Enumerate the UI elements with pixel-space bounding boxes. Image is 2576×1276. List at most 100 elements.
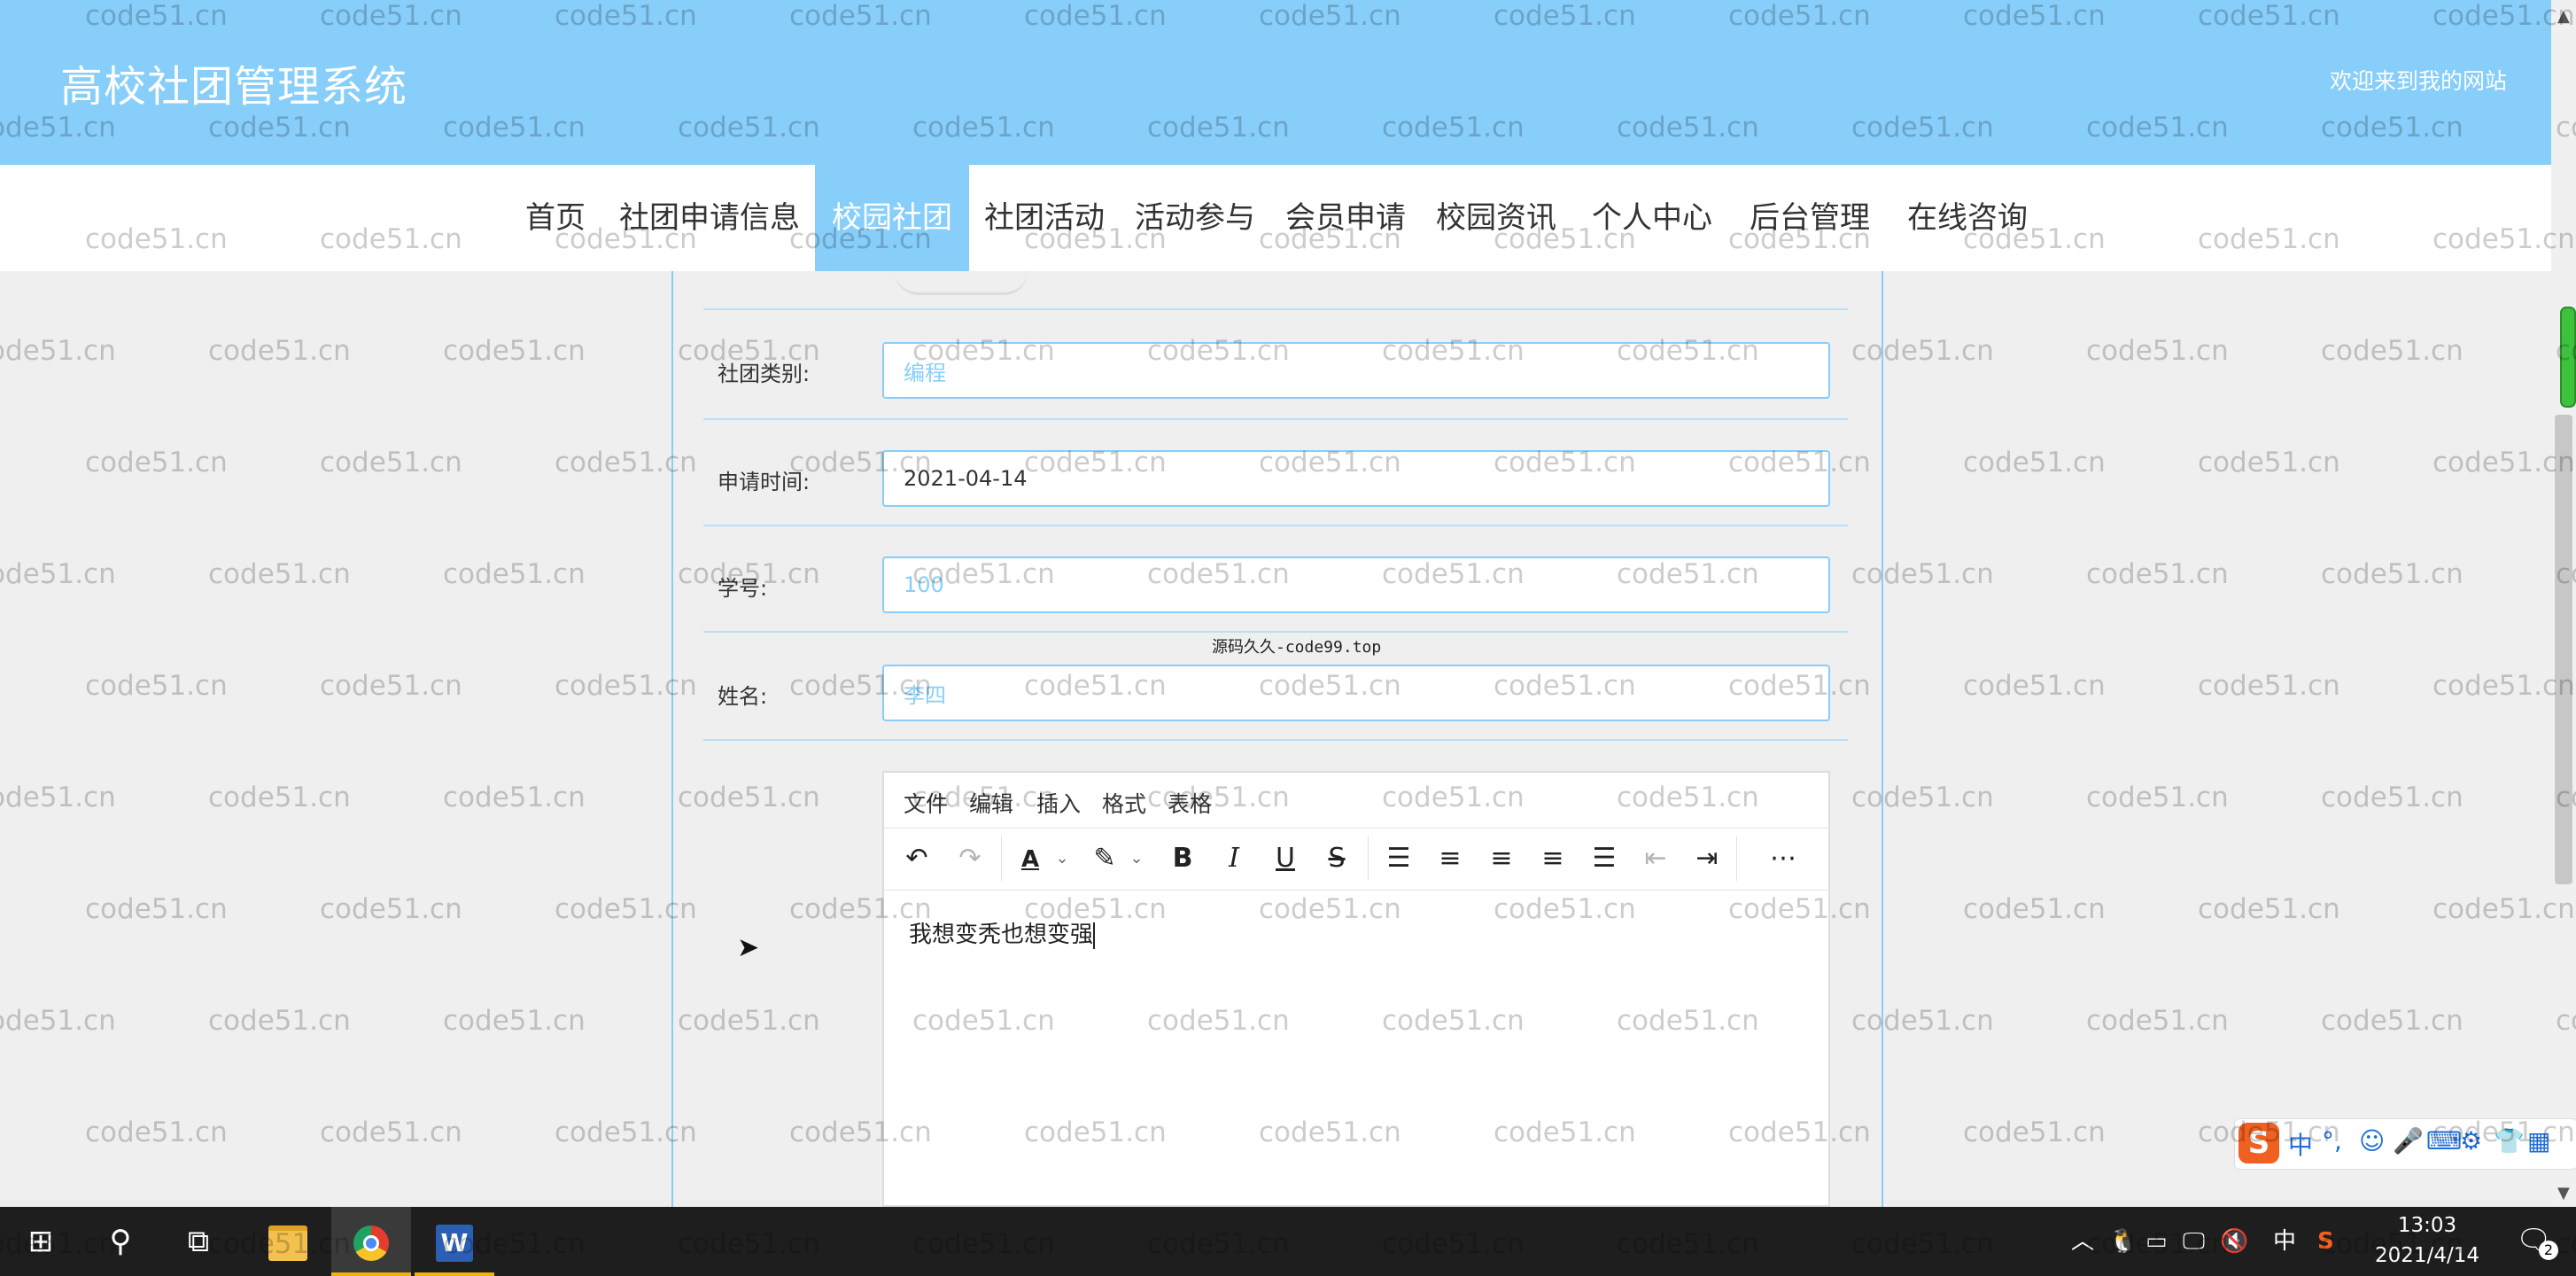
nav-member-application[interactable]: 会员申请: [1279, 165, 1412, 271]
punctuation-icon[interactable]: °,: [2322, 1126, 2342, 1155]
editor-toolbar: ↶ ↷ A ⌄ ✎ ⌄ B I U S ☰ ≡ ≡ ≡ ☰ ⇤ ⇥ ⋯: [884, 828, 1828, 891]
watermark-text: code51.cn: [320, 893, 462, 925]
toolbar-separator: [1736, 836, 1737, 881]
input-language[interactable]: 中: [2273, 1207, 2296, 1276]
italic-icon[interactable]: I: [1212, 836, 1256, 881]
menu-file[interactable]: 文件: [904, 787, 948, 819]
nav-online-consult[interactable]: 在线咨询: [1901, 165, 2034, 271]
watermark-text: code51.cn: [208, 782, 351, 813]
indent-icon[interactable]: ⇥: [1685, 836, 1729, 881]
undo-icon[interactable]: ↶: [895, 836, 939, 881]
watermark-text: code51.cn: [2321, 335, 2463, 367]
divider: [703, 739, 1848, 741]
chevron-down-icon[interactable]: ⌄: [1040, 836, 1084, 881]
redo-icon[interactable]: ↷: [948, 836, 992, 881]
watermark-text: code51.cn: [208, 1005, 351, 1037]
menu-edit[interactable]: 编辑: [969, 787, 1013, 819]
keyboard-icon[interactable]: ⌨: [2426, 1126, 2462, 1155]
watermark-text: code51.cn: [320, 1116, 462, 1148]
watermark-text: code51.cn: [1963, 670, 2106, 702]
menu-format[interactable]: 格式: [1102, 787, 1146, 819]
watermark-text: code51.cn: [2086, 558, 2229, 590]
watermark-text: code51.cn: [1963, 893, 2106, 925]
more-icon[interactable]: ⋯: [1761, 836, 1805, 881]
divider: [703, 418, 1848, 420]
watermark-text: code51.cn: [208, 558, 351, 590]
sogou-logo-icon[interactable]: S: [2238, 1123, 2279, 1163]
category-input[interactable]: [882, 342, 1830, 399]
watermark-text: code51.cn: [443, 558, 586, 590]
scroll-down-icon[interactable]: ▼: [2557, 1184, 2570, 1202]
align-right-icon[interactable]: ≡: [1531, 836, 1575, 881]
menu-table[interactable]: 表格: [1168, 787, 1212, 819]
network-icon[interactable]: 🖵: [2183, 1207, 2205, 1276]
nav-home[interactable]: 首页: [516, 165, 595, 271]
nav-club-applications[interactable]: 社团申请信息: [611, 165, 808, 271]
emoji-icon[interactable]: ☺: [2359, 1126, 2385, 1155]
watermark-text: code51.cn: [208, 335, 351, 367]
nav-campus-clubs[interactable]: 校园社团: [815, 165, 969, 271]
toolbar-separator: [1001, 836, 1002, 881]
name-input[interactable]: [882, 665, 1830, 721]
file-explorer-icon[interactable]: [248, 1207, 328, 1276]
chrome-icon[interactable]: [331, 1207, 411, 1276]
watermark-text: code51.cn: [85, 670, 228, 702]
volume-muted-icon[interactable]: 🔇: [2220, 1207, 2248, 1276]
skin-icon[interactable]: 👕: [2494, 1126, 2525, 1155]
chevron-down-icon[interactable]: ⌄: [1114, 836, 1159, 881]
welcome-text: 欢迎来到我的网站: [2329, 68, 2507, 94]
site-title[interactable]: 高校社团管理系统: [60, 51, 407, 113]
nav-personal-center[interactable]: 个人中心: [1586, 165, 1719, 271]
qq-icon[interactable]: 🐧: [2108, 1207, 2137, 1276]
system-clock[interactable]: 13:03 2021/4/14: [2374, 1210, 2480, 1271]
nav-admin[interactable]: 后台管理: [1743, 165, 1876, 271]
watermark-text: code51.cn: [443, 1005, 586, 1037]
watermark-text: code51.cn: [2321, 782, 2463, 813]
microphone-icon[interactable]: 🎤: [2393, 1126, 2424, 1155]
ime-mode[interactable]: 中: [2288, 1126, 2313, 1162]
apply-time-label: 申请时间:: [718, 470, 811, 494]
watermark-text: code51.cn: [2086, 782, 2229, 813]
watermark-text: code51.cn: [2198, 447, 2340, 478]
apply-time-input[interactable]: [882, 450, 1830, 507]
justify-icon[interactable]: ☰: [1582, 836, 1626, 881]
text-caret: [1093, 922, 1096, 949]
tools-icon[interactable]: ⚙: [2460, 1126, 2482, 1155]
windows-start-icon[interactable]: ⊞: [0, 1207, 81, 1276]
align-left-icon[interactable]: ≡: [1428, 836, 1472, 881]
watermark-text: code51.cn: [0, 558, 116, 590]
bullet-list-icon[interactable]: ☰: [1377, 836, 1421, 881]
center-watermark: 源码久久-code99.top: [1212, 638, 1382, 657]
search-icon[interactable]: ⚲: [81, 1207, 159, 1276]
show-hidden-icons-icon[interactable]: ︿: [2071, 1207, 2094, 1276]
nav-campus-news[interactable]: 校园资讯: [1430, 165, 1563, 271]
notification-count: 2: [2539, 1241, 2558, 1260]
divider: [703, 631, 1848, 633]
divider: [703, 525, 1848, 526]
student-id-input[interactable]: [882, 556, 1830, 613]
watermark-text: code51.cn: [85, 893, 228, 925]
strikethrough-icon[interactable]: S: [1315, 836, 1359, 881]
menu-insert[interactable]: 插入: [1036, 787, 1081, 819]
scroll-up-icon[interactable]: ▲: [2557, 7, 2570, 26]
outdent-icon[interactable]: ⇤: [1633, 836, 1678, 881]
sogou-tray-icon[interactable]: S: [2317, 1207, 2334, 1276]
bold-icon[interactable]: B: [1160, 836, 1205, 881]
watermark-text: code51.cn: [2086, 1005, 2229, 1037]
nav-club-activities[interactable]: 社团活动: [978, 165, 1111, 271]
editor-content[interactable]: 我想变秃也想变强: [909, 916, 1096, 949]
watermark-text: code51.cn: [2198, 893, 2340, 925]
align-center-icon[interactable]: ≡: [1479, 836, 1524, 881]
scroll-thumb[interactable]: [2555, 415, 2572, 884]
clock-date: 2021/4/14: [2375, 1244, 2479, 1267]
divider: [703, 308, 1848, 310]
watermark-text: code51.cn: [2086, 335, 2229, 367]
underline-icon[interactable]: U: [1263, 836, 1307, 881]
word-icon[interactable]: W: [415, 1207, 494, 1276]
task-view-icon[interactable]: ⧉: [159, 1207, 237, 1276]
nav-activity-participation[interactable]: 活动参与: [1129, 165, 1261, 271]
watermark-text: code51.cn: [1963, 447, 2106, 478]
grid-icon[interactable]: ▦: [2527, 1126, 2550, 1155]
watermark-text: code51.cn: [85, 1116, 228, 1148]
battery-icon[interactable]: ▭: [2145, 1207, 2168, 1276]
